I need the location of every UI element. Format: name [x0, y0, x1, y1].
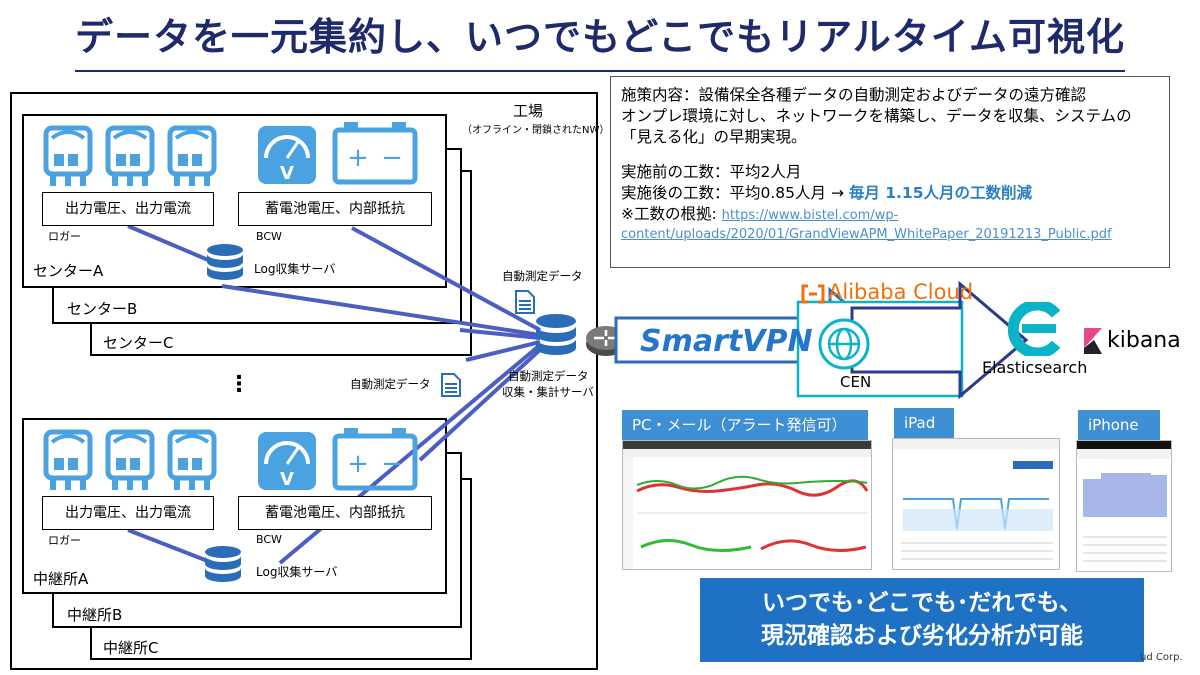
banner-line-2: 現況確認および劣化分析が可能: [761, 623, 1083, 649]
pc-card-title: PC・メール（アラート発信可）: [622, 410, 868, 440]
line-center-c-collector: [465, 340, 541, 362]
info-after-highlight: 毎月 1.15人月の工数削減: [848, 184, 1032, 202]
ipad-card-title: iPad: [894, 408, 954, 438]
logger-icon: [105, 125, 155, 186]
log-server-label-relay: Log収集サーバ: [256, 565, 338, 579]
auto-data-label-top: 自動測定データ: [502, 269, 583, 283]
cen-globe-icon: [818, 318, 870, 370]
info-box: 施策内容：設備保全各種データの自動測定およびデータの遠方確認 オンプレ環境に対し…: [610, 76, 1170, 268]
info-basis-label: ※工数の根拠:: [621, 205, 722, 223]
database-icon: [207, 244, 243, 280]
info-line-2: オンプレ環境に対し、ネットワークを構築し、データを収集、システムの: [621, 107, 1132, 125]
battery-icon: + −: [332, 122, 418, 185]
pc-screen: [622, 440, 872, 570]
banner-line-1: いつでも･どこでも･だれでも、: [762, 590, 1082, 616]
info-after-prefix: 実施後の工数：平均0.85人月 →: [621, 184, 849, 202]
info-before: 実施前の工数：平均2人月: [621, 163, 802, 181]
auto-data-label-mid: 自動測定データ: [350, 377, 431, 391]
pc-dashboard-graphic: [623, 441, 871, 569]
logger-icons-relay: [43, 429, 217, 490]
elasticsearch-label: Elasticsearch: [982, 358, 1088, 377]
battery-icon: + −: [332, 428, 418, 491]
iphone-dashboard-graphic: [1077, 441, 1171, 562]
iphone-screen: [1076, 440, 1172, 572]
svg-text:+: +: [347, 143, 369, 173]
ipad-dashboard-graphic: [893, 439, 1059, 560]
alibaba-cloud-logo: Alibaba Cloud: [828, 280, 974, 304]
logger-icon: [167, 125, 217, 186]
cen-label: CEN: [840, 373, 872, 391]
alibaba-icon: [801, 284, 825, 304]
logger-icon: [43, 125, 93, 186]
basis-link-1[interactable]: https://www.bistel.com/wp-: [722, 208, 899, 223]
logger-icons-center: [43, 125, 217, 186]
smartvpn-logo: SmartVPN: [640, 324, 813, 359]
logger-label-center: ロガー: [48, 230, 81, 243]
copyright: ud Corp.: [1140, 652, 1183, 663]
ellipsis: ⋮: [228, 372, 250, 397]
bcw-label-center: BCW: [256, 230, 282, 243]
line-bcw-relay-collector: [418, 346, 544, 462]
collect-server-label-1: 自動測定データ: [508, 369, 589, 383]
collect-server-label-2: 収集・集計サーバ: [502, 385, 594, 399]
voltmeter-icon: V: [258, 126, 316, 184]
bcw-box-center: 蓄電池電圧、内部抵抗: [238, 192, 432, 226]
bcw-box-relay: 蓄電池電圧、内部抵抗: [238, 496, 432, 530]
kibana-icon: [1084, 328, 1102, 354]
info-line-1: 施策内容：設備保全各種データの自動測定およびデータの遠方確認: [621, 86, 1087, 104]
line-logserver-a-collector: [221, 284, 541, 337]
svg-text:−: −: [381, 449, 403, 479]
conclusion-banner: いつでも･どこでも･だれでも、 現況確認および劣化分析が可能: [700, 578, 1144, 662]
logger-label-relay: ロガー: [48, 534, 81, 547]
logger-icon: [167, 429, 217, 490]
log-server-label-center: Log収集サーバ: [254, 262, 336, 276]
database-icon: [205, 546, 241, 582]
svg-text:V: V: [280, 163, 294, 184]
info-line-3: 「見える化」の早期実現。: [621, 128, 807, 146]
bcw-label-relay: BCW: [256, 533, 282, 546]
svg-text:+: +: [347, 449, 369, 479]
logger-icon: [43, 429, 93, 490]
voltmeter-icon: V: [258, 432, 316, 490]
logger-icon: [105, 429, 155, 490]
info-after: 実施後の工数：平均0.85人月 → 毎月 1.15人月の工数削減: [621, 183, 1159, 204]
svg-text:−: −: [381, 143, 403, 173]
logger-box-center: 出力電圧、出力電流: [42, 192, 214, 226]
kibana-label: kibana: [1107, 328, 1181, 353]
logger-box-relay: 出力電圧、出力電流: [42, 496, 214, 530]
svg-text:V: V: [280, 469, 294, 490]
collection-server-icon: [536, 314, 576, 355]
basis-link-2[interactable]: content/uploads/2020/01/GrandViewAPM_Whi…: [621, 227, 1112, 242]
iphone-card-title: iPhone: [1078, 410, 1160, 440]
elasticsearch-icon: [1008, 302, 1061, 356]
document-icon: [441, 373, 461, 397]
ipad-screen: [892, 438, 1060, 570]
